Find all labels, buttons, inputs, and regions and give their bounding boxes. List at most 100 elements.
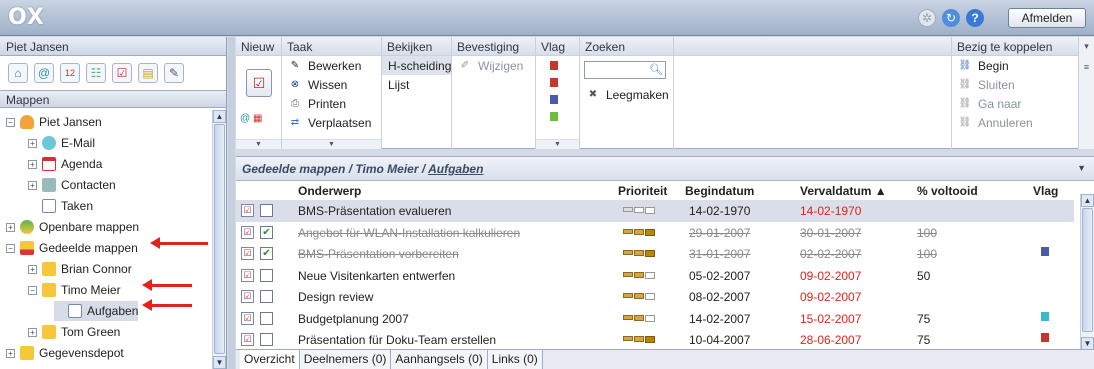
scroll-thumb[interactable] [1082,208,1093,332]
panel-splitter[interactable] [228,37,235,369]
panel-collapse-icon[interactable]: ▼ [1077,163,1086,173]
tree-item[interactable]: + Brian Connor [28,259,132,279]
close-label: Sluiten [978,77,1015,92]
col-priority[interactable]: Prioriteit [618,184,667,198]
done-checkbox[interactable] [260,268,273,282]
link-goto-button[interactable]: ⛓ Ga naar [952,94,1078,113]
done-checkbox[interactable] [260,333,273,346]
col-subject[interactable]: Onderwerp [298,184,361,198]
done-checkbox[interactable]: ✔ [260,247,273,260]
scroll-down-icon[interactable]: ▼ [213,356,226,369]
search-icon[interactable]: 🔍︎ [649,63,663,76]
tab-participants[interactable]: Deelnemers (0) [299,350,392,369]
expand-icon[interactable]: + [28,327,37,337]
table-row[interactable]: ☑ ✔ BMS-Präsentation vorbereiten 31-01-2007… [236,243,1074,265]
folder-tree-scrollbar[interactable]: ▲ ▼ [212,110,226,369]
scroll-thumb[interactable] [214,124,225,354]
col-start[interactable]: Begindatum [685,184,754,198]
done-checkbox[interactable]: ✔ [260,225,273,239]
tree-item[interactable]: + Agenda [28,154,102,174]
tree-item[interactable]: + Tom Green [28,322,120,342]
expand-icon[interactable]: + [28,138,37,148]
collapse-icon[interactable]: − [6,243,15,253]
done-checkbox[interactable] [260,311,273,325]
logout-button[interactable]: Afmelden [1008,8,1086,28]
breadcrumb-folder[interactable]: Aufgaben [428,162,483,176]
link-close-button[interactable]: ⛓ Sluiten [952,75,1078,94]
tree-item[interactable]: − Timo Meier [28,280,121,300]
print-button[interactable]: ⎙ Printen [282,94,381,113]
collapse-icon[interactable]: − [28,285,37,295]
tree-item[interactable]: − Piet Jansen [6,112,102,132]
expand-icon[interactable]: + [6,222,15,232]
help-icon[interactable]: ? [966,9,984,27]
calendar-icon[interactable]: 12 [60,63,80,83]
expand-icon[interactable]: + [6,348,15,358]
view-list-button[interactable]: Lijst [382,75,451,94]
email-icon[interactable]: @ [34,63,54,83]
expand-icon[interactable]: + [28,159,37,169]
tab-overview[interactable]: Overzicht [240,350,300,369]
blue-flag-icon[interactable] [550,95,558,104]
refresh-icon[interactable]: ↻ [942,9,960,27]
flag-icon[interactable] [1041,333,1049,342]
priority-bar [623,271,633,277]
breadcrumb-user[interactable]: Timo Meier [355,162,418,176]
tree-item[interactable]: + Openbare mappen [6,217,139,237]
delete-button[interactable]: ⊗ Wissen [282,75,381,94]
task-list-scrollbar[interactable]: ▲ ▼ [1080,194,1094,350]
new-mini-icons[interactable]: @ ▦ [240,113,262,124]
expand-icon[interactable]: + [28,180,37,190]
search-input[interactable]: 🔍︎ [584,61,666,79]
priority-bar [634,228,644,235]
tree-item[interactable]: + Gegevensdepot [6,343,124,363]
tree-item[interactable]: − Gedeelde mappen [6,238,138,258]
col-flag[interactable]: Vlag [1033,184,1058,198]
red-flag-icon[interactable] [550,78,558,87]
link-cancel-button[interactable]: ⛓ Annuleren [952,113,1078,132]
green-flag-icon[interactable] [550,112,558,121]
edit-button[interactable]: ✎ Bewerken [282,56,381,75]
settings-icon[interactable]: ✎ [164,63,184,83]
chevron-down-icon[interactable]: ▼ [536,139,579,149]
col-due[interactable]: Vervaldatum ▲ [800,184,887,198]
breadcrumb-shared[interactable]: Gedeelde mappen [242,162,345,176]
home-icon[interactable]: ⌂ [8,63,28,83]
tab-attachments[interactable]: Aanhangsels (0) [391,350,488,369]
done-checkbox[interactable] [260,204,273,217]
table-row[interactable]: ☑ Präsentation für Doku-Team erstellen 10-… [236,329,1074,351]
scroll-up-icon[interactable]: ▲ [213,110,226,123]
move-button[interactable]: ⇄ Verplaatsen [282,113,381,132]
tree-item[interactable]: + E-Mail [28,133,95,153]
done-checkbox[interactable] [260,290,273,303]
tab-links[interactable]: Links (0) [487,350,543,369]
new-task-button[interactable]: ☑ [246,69,272,97]
table-row[interactable]: ☑ Budgetplanung 2007 14-02-2007 15-02-2007 7… [236,308,1074,330]
scroll-up-icon[interactable]: ▲ [1081,194,1094,207]
contacts-icon[interactable]: ☷ [86,63,106,83]
gear-icon[interactable]: ✲ [918,9,936,27]
col-done[interactable]: % voltooid [917,184,978,198]
chevron-down-icon[interactable]: ▼ [282,139,381,149]
view-hsplit-button[interactable]: H-scheiding [382,56,451,75]
link-begin-button[interactable]: ⛓ Begin [952,56,1078,75]
table-row[interactable]: ☑ ✔ Angebot für WLAN-Installation kalkulie… [236,222,1074,244]
tree-item[interactable]: Aufgaben [54,301,139,321]
chevron-down-icon[interactable]: ▼ [236,139,281,149]
collapse-icon[interactable]: − [6,117,15,127]
tree-item[interactable]: Taken [28,196,93,216]
toolbar-collapse-icon[interactable]: ▾ ≡ [1078,37,1094,149]
confirm-icon: ✐ [460,60,470,71]
tree-item[interactable]: + Contacten [28,175,116,195]
flag-icon[interactable] [1041,247,1049,256]
table-row[interactable]: ☑ BMS-Präsentation evalueren 14-02-1970 14-… [236,200,1074,222]
clear-flag-icon[interactable] [550,61,558,70]
change-confirmation-button[interactable]: ✐ Wijzigen [452,56,535,75]
flag-icon[interactable] [1041,311,1049,321]
tasks-icon[interactable]: ☑ [112,63,132,83]
table-row[interactable]: ☑ Design review 08-02-2007 09-02-2007 [236,286,1074,308]
table-row[interactable]: ☑ Neue Visitenkarten entwerfen 05-02-2007 0… [236,265,1074,287]
expand-icon[interactable]: + [28,264,37,274]
infostore-icon[interactable]: ▤ [138,63,158,83]
clear-search-button[interactable]: ✖ Leegmaken [580,85,669,104]
